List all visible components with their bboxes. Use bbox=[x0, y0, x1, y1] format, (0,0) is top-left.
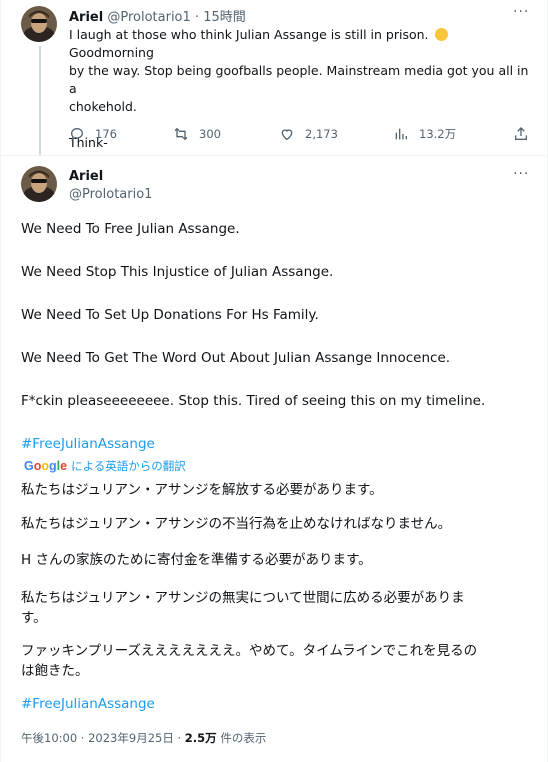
more-icon[interactable]: ··· bbox=[513, 166, 529, 182]
translated-paragraph: は飽きた。 bbox=[21, 663, 89, 679]
retweet-count: 300 bbox=[199, 127, 221, 141]
retweet-button[interactable]: 300 bbox=[173, 126, 221, 142]
translated-paragraph: 私たちはジュリアン・アサンジの不当行為を止めなければなりません。 bbox=[21, 516, 452, 532]
more-icon[interactable]: ··· bbox=[513, 4, 529, 20]
retweet-icon bbox=[174, 127, 188, 141]
main-paragraph: We Need To Get The Word Out About Julian… bbox=[21, 350, 451, 366]
reply-line-3: chokehold. bbox=[69, 99, 137, 114]
share-button[interactable] bbox=[513, 126, 539, 142]
translated-paragraph: H さんの家族のために寄付金を準備する必要があります。 bbox=[21, 552, 372, 568]
translated-paragraph: 私たちはジュリアン・アサンジを解放する必要があります。 bbox=[21, 482, 383, 498]
avatar[interactable] bbox=[21, 166, 57, 202]
author-handle[interactable]: @Prolotario1 bbox=[107, 10, 190, 25]
action-bar: 176 300 2,173 13.2万 bbox=[69, 126, 531, 146]
translation-attribution[interactable]: Google による英語からの翻訳 bbox=[24, 458, 186, 474]
like-button[interactable]: 2,173 bbox=[279, 126, 338, 142]
divider bbox=[1, 155, 548, 156]
reply-count: 176 bbox=[95, 127, 117, 141]
translated-paragraph: ファッキンプリーズえええええええ。やめて。タイムラインでこれを見るの bbox=[21, 643, 478, 659]
view-count: 13.2万 bbox=[419, 127, 457, 141]
reply-header: Ariel @Prolotario1 · 15時間 bbox=[69, 6, 246, 25]
analytics-icon bbox=[395, 128, 407, 140]
main-paragraph: We Need To Free Julian Assange. bbox=[21, 221, 240, 237]
reply-line-1: I laugh at those who think Julian Assang… bbox=[69, 26, 531, 62]
like-count: 2,173 bbox=[305, 127, 338, 141]
view-suffix: 件の表示 bbox=[220, 731, 267, 745]
reply-line-2: by the way. Stop being goofballs people.… bbox=[69, 63, 529, 96]
shushing-face-icon bbox=[434, 28, 448, 41]
time-ago[interactable]: 15時間 bbox=[203, 10, 246, 25]
hashtag-link[interactable]: #FreeJulianAssange bbox=[21, 696, 155, 712]
separator: · bbox=[194, 10, 200, 25]
author-handle[interactable]: @Prolotario1 bbox=[69, 187, 152, 202]
main-paragraph: We Need Stop This Injustice of Julian As… bbox=[21, 264, 334, 280]
main-paragraph: F*ckin pleaseeeeeeee. Stop this. Tired o… bbox=[21, 393, 486, 409]
reply-button[interactable]: 176 bbox=[69, 126, 117, 142]
tweet-meta: 午後10:00 · 2023年9月25日 · 2.5万 件の表示 bbox=[21, 730, 266, 746]
author-name[interactable]: Ariel bbox=[69, 10, 103, 25]
thread-line bbox=[39, 46, 41, 156]
heart-icon bbox=[281, 129, 293, 141]
translated-paragraph: す。 bbox=[21, 610, 47, 626]
google-logo: Google bbox=[24, 459, 68, 473]
reply-icon bbox=[70, 127, 84, 141]
avatar[interactable] bbox=[21, 6, 57, 42]
hashtag-link[interactable]: #FreeJulianAssange bbox=[21, 436, 155, 452]
translation-label: による英語からの翻訳 bbox=[71, 459, 186, 473]
share-icon bbox=[515, 127, 527, 140]
main-paragraph: We Need To Set Up Donations For Hs Famil… bbox=[21, 307, 319, 323]
author-name[interactable]: Ariel bbox=[69, 169, 103, 184]
tweet-thread: Ariel @Prolotario1 · 15時間 ··· I laugh at… bbox=[0, 0, 548, 762]
translated-paragraph: 私たちはジュリアン・アサンジの無実について世間に広める必要がありま bbox=[21, 590, 465, 606]
view-count: 2.5万 bbox=[184, 731, 217, 745]
timestamp[interactable]: 午後10:00 · 2023年9月25日 · bbox=[21, 731, 181, 745]
views-button[interactable]: 13.2万 bbox=[393, 126, 456, 142]
